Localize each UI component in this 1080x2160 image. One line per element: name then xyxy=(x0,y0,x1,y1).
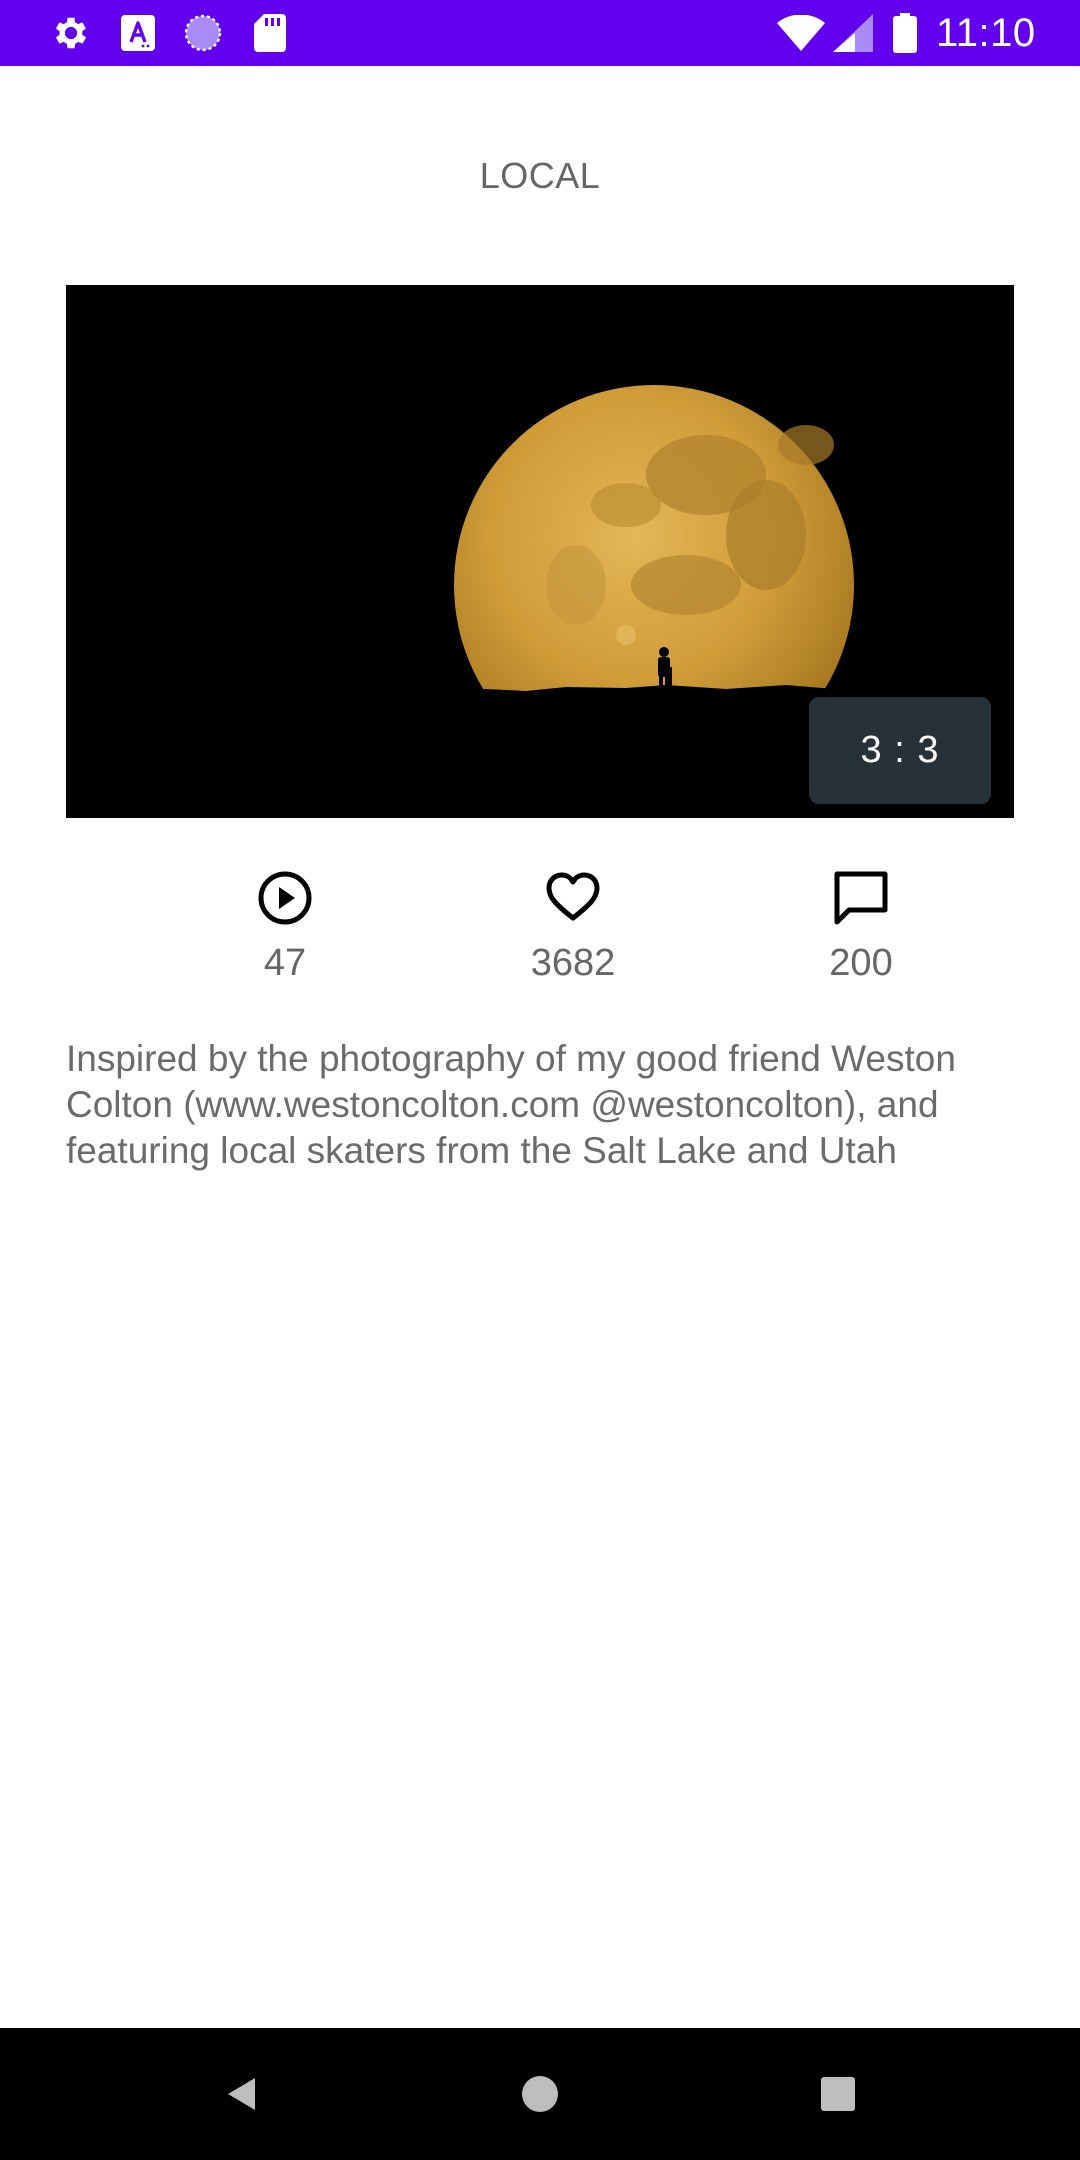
settings-icon xyxy=(48,0,94,66)
status-time: 11:10 xyxy=(936,11,1036,55)
signal-icon xyxy=(830,0,876,66)
back-button[interactable] xyxy=(176,2028,308,2160)
duration-badge: 3 : 3 xyxy=(809,697,991,804)
back-icon xyxy=(228,2078,255,2110)
comment-icon xyxy=(834,871,888,925)
home-button[interactable] xyxy=(474,2028,606,2160)
recents-button[interactable] xyxy=(772,2028,904,2160)
wifi-icon xyxy=(776,0,826,66)
sd-card-icon xyxy=(250,0,290,66)
heart-icon xyxy=(546,872,600,921)
video-description: Inspired by the photography of my good f… xyxy=(66,1038,956,1171)
recents-icon xyxy=(821,2077,855,2111)
play-circle-icon xyxy=(258,871,312,925)
views-count: 47 xyxy=(263,942,307,984)
home-icon xyxy=(522,2076,558,2112)
comments-count: 200 xyxy=(829,942,893,984)
battery-icon xyxy=(890,0,920,66)
views-stat[interactable]: 47 xyxy=(185,868,385,985)
text-a-icon xyxy=(118,0,158,66)
comments-stat[interactable]: 200 xyxy=(761,868,961,985)
likes-stat[interactable]: 3682 xyxy=(473,868,673,985)
page-title: LOCAL xyxy=(479,155,601,196)
navigation-bar xyxy=(0,2028,1080,2160)
likes-count: 3682 xyxy=(530,942,616,984)
loading-icon xyxy=(180,0,226,66)
status-bar: 11:10 xyxy=(0,0,1080,66)
